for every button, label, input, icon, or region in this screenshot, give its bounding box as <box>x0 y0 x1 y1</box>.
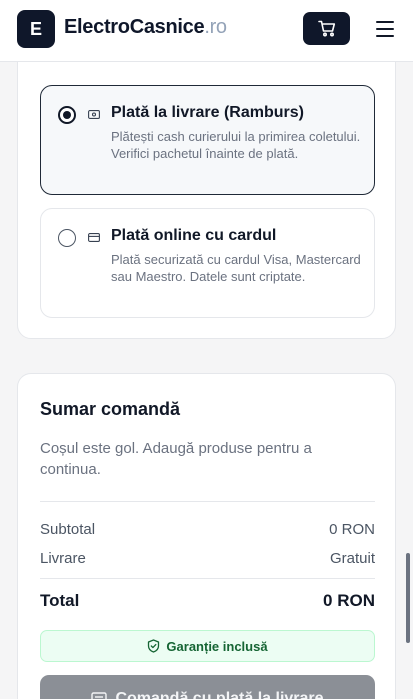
brand-main: ElectroCasnice <box>64 16 205 38</box>
brand-name[interactable]: ElectroCasnice.ro <box>64 16 227 39</box>
site-header: E ElectroCasnice.ro <box>0 0 413 62</box>
delivery-label: Livrare <box>40 550 86 567</box>
divider <box>40 578 375 579</box>
menu-line <box>376 28 394 30</box>
empty-cart-message: Coșul este gol. Adaugă produse pentru a … <box>40 440 312 478</box>
total-row: Total 0 RON <box>40 591 375 611</box>
guarantee-text: Garanție inclusă <box>166 638 268 654</box>
menu-line <box>376 21 394 23</box>
scrollbar-thumb[interactable] <box>406 553 410 643</box>
delivery-value: Gratuit <box>329 550 375 567</box>
menu-icon[interactable] <box>372 16 398 42</box>
payment-option-card[interactable]: Plată online cu cardul Plată securizată … <box>40 208 375 318</box>
place-order-button[interactable]: Comandă cu plată la livrare <box>40 675 375 699</box>
payment-option-title: Plată online cu cardul <box>111 227 277 244</box>
subtotal-row: Subtotal 0 RON <box>40 521 375 538</box>
credit-card-icon <box>88 233 100 242</box>
order-summary-card: Sumar comandă Coșul este gol. Adaugă pro… <box>17 373 396 699</box>
subtotal-label: Subtotal <box>40 521 96 538</box>
guarantee-badge: Garanție inclusă <box>40 630 375 662</box>
logo-mark[interactable]: E <box>17 10 55 48</box>
payment-option-title: Plată la livrare (Ramburs) <box>111 104 304 121</box>
delivery-row: Livrare Gratuit <box>40 550 375 567</box>
brand-tld: .ro <box>204 16 227 38</box>
shield-check-icon <box>148 639 160 653</box>
place-order-label: Comandă cu plată la livrare <box>115 690 324 699</box>
menu-line <box>376 35 394 37</box>
cash-icon <box>88 110 100 119</box>
payment-option-cash[interactable]: Plată la livrare (Ramburs) Plătești cash… <box>40 85 375 195</box>
receipt-icon <box>91 692 108 699</box>
summary-title: Sumar comandă <box>40 399 181 419</box>
cart-icon <box>317 20 335 37</box>
radio-card[interactable] <box>58 229 76 247</box>
divider <box>40 501 375 502</box>
total-value: 0 RON <box>323 591 375 610</box>
subtotal-value: 0 RON <box>329 521 375 538</box>
radio-cash-selected[interactable] <box>58 106 76 124</box>
cart-button[interactable] <box>303 12 350 45</box>
payment-methods-card: Plată la livrare (Ramburs) Plătești cash… <box>17 30 396 339</box>
payment-option-description: Plătești cash curierului la primirea col… <box>111 129 361 161</box>
total-label: Total <box>40 591 80 610</box>
payment-option-description: Plată securizată cu cardul Visa, Masterc… <box>111 252 361 284</box>
